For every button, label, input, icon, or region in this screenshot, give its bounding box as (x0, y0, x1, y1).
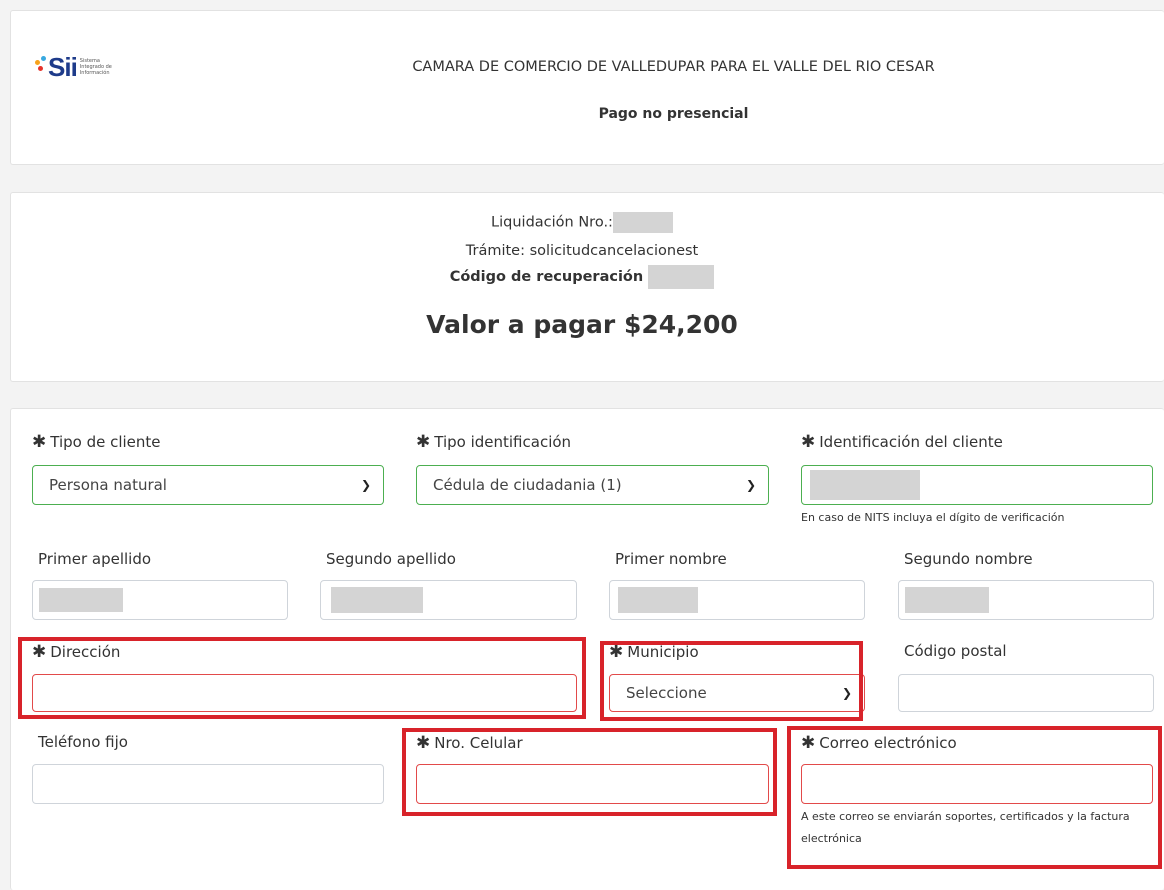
direccion-label: ✱ Dirección (32, 642, 121, 662)
codigo-label: Código de recuperación (449, 269, 644, 285)
segundo-nombre-redacted (905, 587, 989, 613)
correo-input[interactable] (801, 764, 1153, 804)
segundo-apellido-label: Segundo apellido (326, 550, 456, 568)
correo-hint: A este correo se enviarán soportes, cert… (801, 810, 1130, 845)
page-subtitle: Pago no presencial (598, 106, 749, 122)
tipo-identificacion-select[interactable]: Cédula de ciudadania (1) ❯ (416, 465, 769, 505)
primer-nombre-input[interactable] (609, 580, 865, 620)
telefono-fijo-label: Teléfono fijo (38, 733, 128, 751)
tipo-cliente-label: ✱ Tipo de cliente (32, 432, 161, 452)
required-asterisk-icon: ✱ (801, 432, 816, 452)
codigo-postal-label: Código postal (904, 642, 1007, 660)
logo-text: Sii (48, 52, 78, 82)
codigo-redacted (648, 265, 715, 289)
required-asterisk-icon: ✱ (416, 432, 431, 452)
required-asterisk-icon: ✱ (416, 733, 431, 753)
segundo-apellido-redacted (331, 587, 423, 613)
chevron-down-icon: ❯ (360, 478, 371, 492)
liquidacion-label: Liquidación Nro.: (491, 214, 613, 231)
identificacion-redacted (810, 470, 920, 500)
municipio-label: ✱ Municipio (609, 642, 699, 662)
direccion-input[interactable] (32, 674, 577, 712)
primer-apellido-input[interactable] (32, 580, 288, 620)
identificacion-label: ✱ Identificación del cliente (801, 432, 1003, 452)
correo-label: ✱ Correo electrónico (801, 733, 957, 753)
segundo-apellido-input[interactable] (320, 580, 577, 620)
liquidacion-redacted (612, 212, 673, 233)
sii-logo: Sii Sistema Integrado de Información (35, 54, 112, 80)
logo-dots-icon (35, 56, 47, 78)
telefono-fijo-input[interactable] (32, 764, 384, 804)
celular-label: ✱ Nro. Celular (416, 733, 523, 753)
codigo-line: Código de recuperación (0, 265, 1164, 289)
segundo-nombre-input[interactable] (898, 580, 1154, 620)
required-asterisk-icon: ✱ (32, 642, 47, 662)
primer-apellido-label: Primer apellido (38, 550, 152, 568)
liquidacion-line: Liquidación Nro.: (0, 212, 1164, 233)
tramite-line: Trámite: solicitudcancelacionest (465, 243, 699, 259)
tipo-cliente-select[interactable]: Persona natural ❯ (32, 465, 384, 505)
total-amount: Valor a pagar $24,200 (426, 310, 738, 339)
primer-nombre-redacted (618, 587, 698, 613)
primer-apellido-redacted (39, 588, 123, 612)
required-asterisk-icon: ✱ (801, 733, 816, 753)
primer-nombre-label: Primer nombre (615, 550, 727, 568)
entity-name: CAMARA DE COMERCIO DE VALLEDUPAR PARA EL… (412, 59, 935, 75)
logo-subtitle: Sistema Integrado de Información (79, 58, 112, 76)
codigo-postal-input[interactable] (898, 674, 1154, 712)
identificacion-input[interactable] (801, 465, 1153, 505)
chevron-down-icon: ❯ (841, 686, 852, 700)
tipo-identificacion-label: ✱ Tipo identificación (416, 432, 572, 452)
header-card: Sii Sistema Integrado de Información CAM… (10, 10, 1164, 165)
identificacion-hint: En caso de NITS incluya el dígito de ver… (801, 511, 1065, 524)
municipio-select[interactable]: Seleccione ❯ (609, 674, 865, 712)
segundo-nombre-label: Segundo nombre (904, 550, 1033, 568)
chevron-down-icon: ❯ (745, 478, 756, 492)
celular-input[interactable] (416, 764, 769, 804)
required-asterisk-icon: ✱ (32, 432, 47, 452)
required-asterisk-icon: ✱ (609, 642, 624, 662)
